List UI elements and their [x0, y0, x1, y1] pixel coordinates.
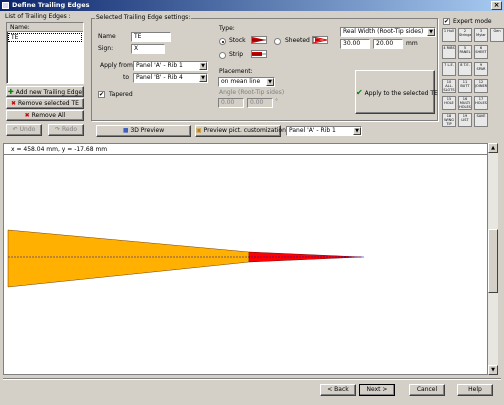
tip-width-input[interactable]: 20.00 — [373, 39, 403, 49]
apply-from-label: Apply from — [100, 62, 133, 69]
preview-canvas[interactable]: x = 458.04 mm, y = -17.68 mm — [3, 143, 488, 375]
preview-customization-button[interactable]: ▣ Preview pict. customization — [195, 125, 286, 137]
stock-radio[interactable] — [219, 38, 226, 45]
next-button[interactable]: Next > — [359, 384, 395, 396]
vertical-scrollbar[interactable]: ▲ ▼ — [488, 143, 498, 375]
remove-selected-button[interactable]: ✖ Remove selected TE — [6, 98, 84, 109]
remove-all-button[interactable]: ✖ Remove All — [6, 110, 84, 121]
undo-icon: ↶ — [12, 126, 18, 133]
trailing-edge-list[interactable]: Name: TE — [6, 22, 84, 84]
sign-label: Sign: — [98, 45, 114, 52]
type-label: Type: — [219, 25, 235, 32]
width-unit: mm — [406, 40, 418, 47]
name-label: Name — [98, 33, 116, 40]
name-input[interactable]: TE — [131, 32, 171, 42]
list-title: List of Trailing Edges : — [5, 13, 71, 20]
tapered-checkbox[interactable]: ✔ — [98, 91, 105, 98]
tool-button[interactable]: 8 T.E. — [458, 62, 472, 76]
remove-icon: ✖ — [11, 100, 17, 107]
to-label: to — [123, 74, 130, 81]
chevron-down-icon: ▼ — [427, 28, 435, 36]
scroll-thumb[interactable] — [488, 229, 498, 293]
palette-icon: ▣ — [196, 127, 202, 134]
list-item[interactable]: TE — [8, 33, 82, 42]
redo-icon: ↷ — [54, 126, 61, 133]
angle-tip-input[interactable]: 0.00 — [247, 98, 273, 108]
width-mode-select[interactable]: Real Width (Root-Tip sides) ▼ — [340, 27, 436, 37]
chevron-down-icon: ▼ — [353, 127, 361, 135]
root-width-input[interactable]: 30.00 — [340, 39, 370, 49]
placement-select[interactable]: on mean line ▼ — [218, 77, 275, 87]
tool-button[interactable]: 6 SHEET — [474, 45, 488, 59]
tool-button[interactable]: 4 RIBS — [442, 45, 456, 59]
undo-button[interactable]: ↶ Undo — [6, 124, 42, 136]
tool-button[interactable]: 16 MULTI HOLES — [458, 96, 472, 110]
back-button[interactable]: < Back — [320, 384, 356, 396]
expert-mode-checkbox[interactable]: ✔ — [443, 18, 450, 25]
sign-input[interactable]: X — [131, 44, 165, 54]
window-title: Define Trailing Edges — [12, 1, 90, 9]
sheeted-radio[interactable] — [274, 38, 281, 45]
tool-button[interactable]: 2 Stringer — [458, 28, 472, 42]
tool-button[interactable]: Gen — [490, 28, 504, 42]
expert-mode-label: Expert mode — [453, 18, 492, 25]
app-icon — [2, 2, 9, 9]
tool-button[interactable]: 18 WING TIP — [442, 113, 456, 127]
cube-icon: ■ — [122, 127, 129, 134]
sheeted-shape-icon — [312, 36, 328, 44]
strip-shape-icon — [251, 50, 267, 58]
help-button[interactable]: Help — [457, 384, 493, 396]
scroll-down-icon[interactable]: ▼ — [488, 365, 498, 375]
apply-from-select[interactable]: Panel 'A' - Rib 1 ▼ — [133, 61, 208, 71]
chevron-down-icon: ▼ — [199, 74, 207, 82]
tool-button[interactable]: 10 ALL. SLOTS — [442, 79, 456, 93]
tool-button[interactable]: 11 BUTT — [458, 79, 472, 93]
tool-button[interactable]: 5 PANEL — [458, 45, 472, 59]
tool-button[interactable]: 3 Mylar — [474, 28, 488, 42]
stock-label: Stock — [229, 37, 246, 44]
tool-button[interactable]: 9 SPAR — [474, 62, 488, 76]
tool-button[interactable]: 17 HOLES — [474, 96, 488, 110]
strip-label: Strip — [229, 51, 244, 58]
cancel-button[interactable]: Cancel — [409, 384, 445, 396]
scroll-up-icon[interactable]: ▲ — [488, 143, 498, 153]
settings-group-title: Selected Trailing Edge settings: — [95, 14, 192, 22]
chevron-down-icon: ▼ — [199, 62, 207, 70]
stock-shape-icon — [251, 36, 267, 44]
angle-unit: ° — [275, 98, 278, 105]
tool-button[interactable]: 12 JOINERS — [474, 79, 488, 93]
placement-label: Placement: — [219, 68, 253, 75]
apply-to-selected-button[interactable]: ✔ Apply to the selected TE — [355, 70, 438, 114]
preview-panel-select[interactable]: Panel 'A' - Rib 1 ▼ — [286, 126, 362, 136]
tool-button[interactable]: 1 Hull — [442, 28, 456, 42]
te-stock-shape — [7, 229, 250, 288]
redo-button[interactable]: ↷ Redo — [48, 124, 84, 136]
strip-radio[interactable] — [219, 52, 226, 59]
title-bar: Define Trailing Edges × — [0, 0, 504, 11]
close-window-button[interactable]: × — [491, 1, 502, 10]
tapered-label: Tapered — [109, 91, 133, 98]
apply-to-select[interactable]: Panel 'B' - Rib 4 ▼ — [133, 73, 208, 83]
tool-button[interactable]: 19 LIST — [458, 113, 472, 127]
add-trailing-edge-button[interactable]: ✚ Add new Trailing Edge — [6, 86, 84, 97]
angle-label: Angle (Root-Tip sides) — [219, 89, 285, 96]
tool-button[interactable]: 7 L.E. — [442, 62, 456, 76]
checkmark-icon: ✔ — [356, 88, 363, 97]
tool-button[interactable]: 15 HOLE — [442, 96, 456, 110]
tool-button[interactable]: SAVE — [474, 113, 488, 127]
remove-all-icon: ✖ — [24, 112, 30, 119]
sheeted-label: Sheeted — [285, 37, 310, 44]
trailing-edge-drawing — [7, 229, 364, 288]
plus-icon: ✚ — [7, 88, 14, 96]
3d-preview-button[interactable]: ■ 3D Preview — [96, 125, 191, 137]
list-header: Name: — [7, 23, 83, 32]
chevron-down-icon: ▼ — [266, 78, 274, 86]
footer-separator — [3, 378, 501, 379]
angle-root-input[interactable]: 0.00 — [218, 98, 244, 108]
